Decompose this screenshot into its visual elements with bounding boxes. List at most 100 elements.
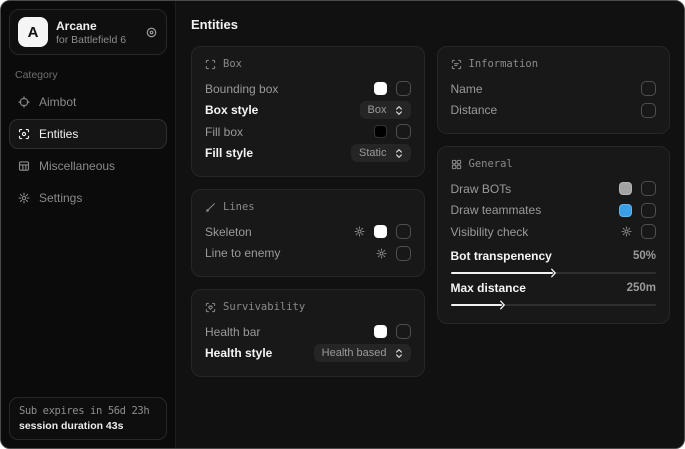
row-draw-bots: Draw BOTs <box>451 178 657 200</box>
bot-transpenency-slider-thumb[interactable] <box>551 268 556 277</box>
crosshair-icon <box>18 96 30 108</box>
panel-columns: Box Bounding box Box style Box Fill box Fill … <box>191 46 670 377</box>
name-checkbox[interactable] <box>641 81 656 96</box>
box-style-dropdown-value: Box <box>368 104 387 116</box>
fill-box-checkbox[interactable] <box>396 124 411 139</box>
health-style-dropdown[interactable]: Health based <box>314 344 411 362</box>
row-bot-transpenency: Bot transpenency50% <box>451 247 657 274</box>
chevrons-up-down-icon <box>395 105 403 116</box>
visibility-check-controls <box>621 224 656 239</box>
draw-teammates-checkbox[interactable] <box>641 203 656 218</box>
visibility-check-checkbox[interactable] <box>641 224 656 239</box>
fill-style-dropdown[interactable]: Static <box>351 144 411 162</box>
fill-style-dropdown-value: Static <box>359 147 387 159</box>
bounding-box-label: Bounding box <box>205 82 278 96</box>
box-select-icon <box>205 59 216 70</box>
row-visibility-check: Visibility check <box>451 221 657 243</box>
row-distance: Distance <box>451 100 657 122</box>
draw-bots-controls <box>619 181 656 196</box>
scan-text-icon <box>451 59 462 70</box>
max-distance-label: Max distance <box>451 281 526 295</box>
max-distance-slider[interactable] <box>451 304 657 306</box>
main-content: Entities Box Bounding box Box style Box Fill… <box>176 1 684 448</box>
bounding-box-color-swatch[interactable] <box>374 82 387 95</box>
draw-teammates-color-swatch[interactable] <box>619 204 632 217</box>
max-distance-slider-thumb[interactable] <box>500 300 505 309</box>
fill-box-label: Fill box <box>205 125 243 139</box>
sidebar-item-entities[interactable]: Entities <box>9 119 167 149</box>
pencil-line-icon <box>205 202 216 213</box>
draw-bots-label: Draw BOTs <box>451 182 512 196</box>
skeleton-settings-gear-icon[interactable] <box>354 226 365 237</box>
box-style-dropdown[interactable]: Box <box>360 101 411 119</box>
bot-transpenency-slider[interactable] <box>451 272 657 274</box>
health-style-controls: Health based <box>314 344 411 362</box>
grid-layout-icon <box>451 159 462 170</box>
table-icon <box>18 160 30 172</box>
bounding-box-checkbox[interactable] <box>396 81 411 96</box>
page-title: Entities <box>191 17 670 32</box>
skeleton-checkbox[interactable] <box>396 224 411 239</box>
distance-checkbox[interactable] <box>641 103 656 118</box>
panel-title: Box <box>205 58 411 70</box>
sidebar-menu: Aimbot Entities Miscellaneous Settings <box>9 87 167 213</box>
session-duration-text: session duration 43s <box>19 420 157 432</box>
bot-transpenency-value: 50% <box>633 250 656 262</box>
fill-box-controls <box>374 124 411 139</box>
scan-eye-icon <box>18 128 30 140</box>
sidebar-item-aimbot[interactable]: Aimbot <box>9 87 167 117</box>
line-to-enemy-controls <box>376 246 411 261</box>
box-style-label: Box style <box>205 103 258 117</box>
health-style-label: Health style <box>205 346 272 360</box>
brand-card: A Arcane for Battlefield 6 <box>9 9 167 55</box>
app-logo: A <box>18 17 48 47</box>
row-skeleton: Skeleton <box>205 221 411 243</box>
sidebar-item-label: Aimbot <box>39 95 76 109</box>
status-ring-icon[interactable] <box>145 26 158 39</box>
skeleton-color-swatch[interactable] <box>374 225 387 238</box>
health-bar-checkbox[interactable] <box>396 324 411 339</box>
fill-box-color-swatch[interactable] <box>374 125 387 138</box>
panel-general: GeneralDraw BOTsDraw teammatesVisibility… <box>437 146 671 324</box>
bot-transpenency-slider-fill <box>451 272 554 274</box>
row-fill-box: Fill box <box>205 121 411 143</box>
app-subtitle: for Battlefield 6 <box>56 34 126 46</box>
panel-box: Box Bounding box Box style Box Fill box Fill … <box>191 46 425 177</box>
line-to-enemy-checkbox[interactable] <box>396 246 411 261</box>
sidebar-item-settings[interactable]: Settings <box>9 183 167 213</box>
sidebar-item-label: Entities <box>39 127 78 141</box>
panel-title-label: General <box>469 158 513 170</box>
panel-title-label: Box <box>223 58 242 70</box>
health-bar-color-swatch[interactable] <box>374 325 387 338</box>
app-window: A Arcane for Battlefield 6 Category Aimb… <box>0 0 685 449</box>
panel-survivability: SurvivabilityHealth barHealth styleHealt… <box>191 289 425 377</box>
visibility-check-settings-gear-icon[interactable] <box>621 226 632 237</box>
max-distance-slider-fill <box>451 304 502 306</box>
heart-scan-icon <box>205 302 216 313</box>
panel-title-label: Survivability <box>223 301 305 313</box>
draw-bots-checkbox[interactable] <box>641 181 656 196</box>
skeleton-label: Skeleton <box>205 225 252 239</box>
bot-transpenency-header: Bot transpenency50% <box>451 247 657 266</box>
panel-lines: LinesSkeletonLine to enemy <box>191 189 425 277</box>
max-distance-header: Max distance 250m <box>451 279 657 298</box>
health-bar-controls <box>374 324 411 339</box>
brand-text: Arcane for Battlefield 6 <box>56 19 126 46</box>
chevrons-up-down-icon <box>395 348 403 359</box>
sidebar-item-miscellaneous[interactable]: Miscellaneous <box>9 151 167 181</box>
row-box-style: Box style Box <box>205 100 411 122</box>
panel-title: Lines <box>205 201 411 213</box>
line-to-enemy-settings-gear-icon[interactable] <box>376 248 387 259</box>
row-name: Name <box>451 78 657 100</box>
draw-bots-color-swatch[interactable] <box>619 182 632 195</box>
left-column: Box Bounding box Box style Box Fill box Fill … <box>191 46 425 377</box>
sidebar-item-label: Miscellaneous <box>39 159 115 173</box>
distance-label: Distance <box>451 103 498 117</box>
sidebar: A Arcane for Battlefield 6 Category Aimb… <box>1 1 176 448</box>
panel-title: General <box>451 158 657 170</box>
visibility-check-label: Visibility check <box>451 225 529 239</box>
fill-style-label: Fill style <box>205 146 253 160</box>
skeleton-controls <box>354 224 411 239</box>
max-distance-value: 250m <box>627 282 656 294</box>
row-bounding-box: Bounding box <box>205 78 411 100</box>
